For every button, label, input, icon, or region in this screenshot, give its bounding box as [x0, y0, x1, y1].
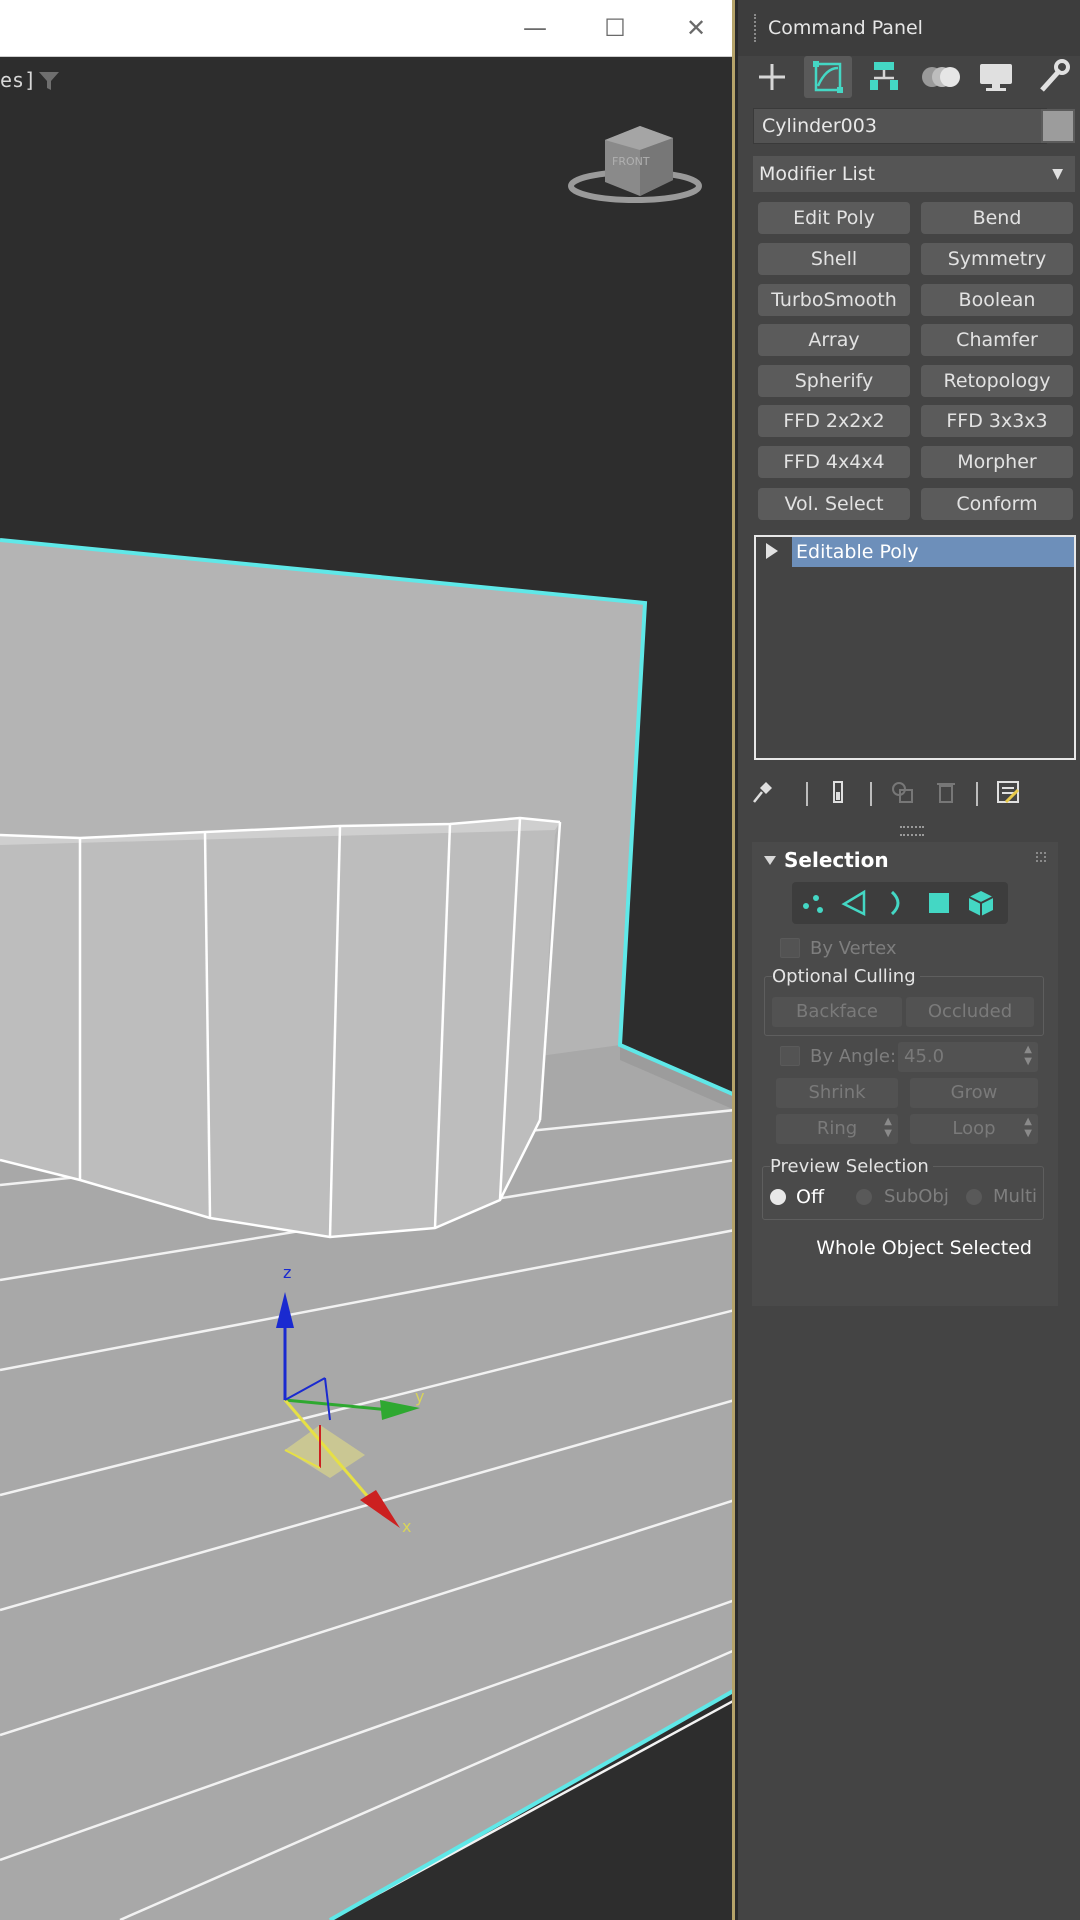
viewport-scene: z y x FRONT	[0, 56, 732, 1920]
shrink-button[interactable]: Shrink	[776, 1078, 898, 1108]
element-icon[interactable]	[966, 888, 996, 918]
show-end-result-icon[interactable]	[824, 778, 852, 806]
modifier-button-edit-poly[interactable]: Edit Poly	[758, 202, 910, 234]
command-panel-header: Command Panel	[738, 0, 1080, 56]
display-icon[interactable]	[972, 56, 1020, 98]
modifier-button-ffd-3x3x3[interactable]: FFD 3x3x3	[921, 405, 1073, 437]
modifier-stack: Editable Poly	[754, 535, 1076, 760]
modifier-button-boolean[interactable]: Boolean	[921, 284, 1073, 316]
preview-selection-title: Preview Selection	[770, 1156, 933, 1177]
stack-item-editable-poly[interactable]: Editable Poly	[756, 537, 1074, 567]
by-vertex-checkbox[interactable]	[780, 938, 800, 958]
chevron-down-icon: ▼	[1052, 166, 1063, 182]
selection-rollout: Selection By Vertex Optional Culling Bac…	[752, 842, 1058, 1306]
gizmo-x-label: x	[402, 1517, 411, 1536]
maximize-icon[interactable]: ☐	[595, 8, 635, 48]
panel-grip[interactable]	[754, 14, 760, 42]
selection-status-text: Whole Object Selected	[816, 1237, 1032, 1259]
angle-value-field[interactable]: 45.0 ▲ ▼	[898, 1042, 1038, 1072]
wrench-icon[interactable]	[1028, 56, 1076, 98]
modifier-button-shell[interactable]: Shell	[758, 243, 910, 275]
trash-icon[interactable]	[932, 778, 960, 806]
modify-icon[interactable]	[804, 56, 852, 98]
optional-culling-title: Optional Culling	[772, 966, 920, 987]
stack-item-label: Editable Poly	[792, 537, 1074, 567]
motion-icon[interactable]	[916, 56, 964, 98]
minimize-icon[interactable]: —	[515, 8, 555, 48]
vertex-icon[interactable]	[798, 888, 828, 918]
plus-icon[interactable]	[748, 56, 796, 98]
by-angle-checkbox[interactable]	[780, 1046, 800, 1066]
object-color-swatch[interactable]	[1041, 109, 1075, 143]
preview-subobj-label: SubObj	[884, 1186, 949, 1207]
modifier-button-vol-select[interactable]: Vol. Select	[758, 488, 910, 520]
loop-button[interactable]: Loop ▲ ▼	[910, 1114, 1038, 1144]
modifier-list-label: Modifier List	[759, 163, 876, 185]
modifier-button-ffd-2x2x2[interactable]: FFD 2x2x2	[758, 405, 910, 437]
modifier-button-chamfer[interactable]: Chamfer	[921, 324, 1073, 356]
window-titlebar: — ☐ ✕	[0, 0, 732, 57]
collapse-arrow-icon[interactable]	[764, 856, 776, 865]
command-panel-tabs	[738, 52, 1080, 102]
rollout-grip-icon[interactable]	[1036, 852, 1046, 862]
preview-multi-radio[interactable]	[966, 1189, 982, 1205]
pin-icon[interactable]	[748, 778, 776, 806]
preview-off-label: Off	[796, 1186, 825, 1208]
gizmo-y-label: y	[415, 1387, 424, 1406]
modifier-button-retopology[interactable]: Retopology	[921, 365, 1073, 397]
ring-spinner-icon[interactable]: ▲ ▼	[884, 1116, 892, 1140]
ring-label: Ring	[816, 1118, 858, 1139]
modifier-button-conform[interactable]: Conform	[921, 488, 1073, 520]
loop-spinner-icon[interactable]: ▲ ▼	[1024, 1116, 1032, 1140]
occluded-button[interactable]: Occluded	[906, 997, 1034, 1027]
toolbar-separator	[870, 782, 872, 806]
by-vertex-label: By Vertex	[810, 938, 897, 959]
toolbar-separator	[806, 782, 808, 806]
ring-button[interactable]: Ring ▲ ▼	[776, 1114, 898, 1144]
modifier-button-spherify[interactable]: Spherify	[758, 365, 910, 397]
selection-rollout-title[interactable]: Selection	[784, 848, 889, 872]
modifier-button-turbosmooth[interactable]: TurboSmooth	[758, 284, 910, 316]
spinner-icon[interactable]: ▲ ▼	[1024, 1044, 1032, 1068]
gizmo-z-label: z	[283, 1263, 291, 1282]
filter-icon[interactable]	[38, 70, 60, 92]
toolbar-separator	[976, 782, 978, 806]
modifier-button-symmetry[interactable]: Symmetry	[921, 243, 1073, 275]
hierarchy-icon[interactable]	[860, 56, 908, 98]
command-panel-title: Command Panel	[768, 17, 923, 39]
edge-icon[interactable]	[840, 888, 870, 918]
modifier-button-array[interactable]: Array	[758, 324, 910, 356]
command-panel: Command Panel Cylinder003 Modifier List …	[738, 0, 1080, 1920]
make-unique-icon[interactable]	[888, 778, 916, 806]
polygon-icon[interactable]	[924, 888, 954, 918]
backface-button[interactable]: Backface	[772, 997, 902, 1027]
viewport-label[interactable]: es]	[0, 68, 36, 92]
angle-value: 45.0	[904, 1046, 945, 1067]
panel-divider-grip[interactable]	[900, 826, 924, 836]
preview-multi-label: Multi	[993, 1186, 1037, 1207]
expand-arrow-icon[interactable]	[766, 543, 778, 559]
preview-subobj-radio[interactable]	[856, 1189, 872, 1205]
subobject-selector	[792, 882, 1008, 924]
stack-toolbar	[738, 772, 1080, 812]
modifier-button-bend[interactable]: Bend	[921, 202, 1073, 234]
grow-button[interactable]: Grow	[910, 1078, 1038, 1108]
modifier-list-dropdown[interactable]: Modifier List ▼	[753, 156, 1075, 192]
object-name-field[interactable]: Cylinder003	[753, 108, 1047, 144]
by-angle-label: By Angle:	[810, 1046, 897, 1067]
loop-label: Loop	[952, 1118, 996, 1139]
preview-off-radio[interactable]	[770, 1189, 786, 1205]
close-icon[interactable]: ✕	[676, 8, 716, 48]
modifier-button-ffd-4x4x4[interactable]: FFD 4x4x4	[758, 446, 910, 478]
svg-text:FRONT: FRONT	[612, 155, 650, 168]
viewport[interactable]: z y x FRONT — ☐ ✕ es]	[0, 0, 735, 1920]
configure-icon[interactable]	[994, 778, 1022, 806]
modifier-button-morpher[interactable]: Morpher	[921, 446, 1073, 478]
border-icon[interactable]	[882, 888, 912, 918]
